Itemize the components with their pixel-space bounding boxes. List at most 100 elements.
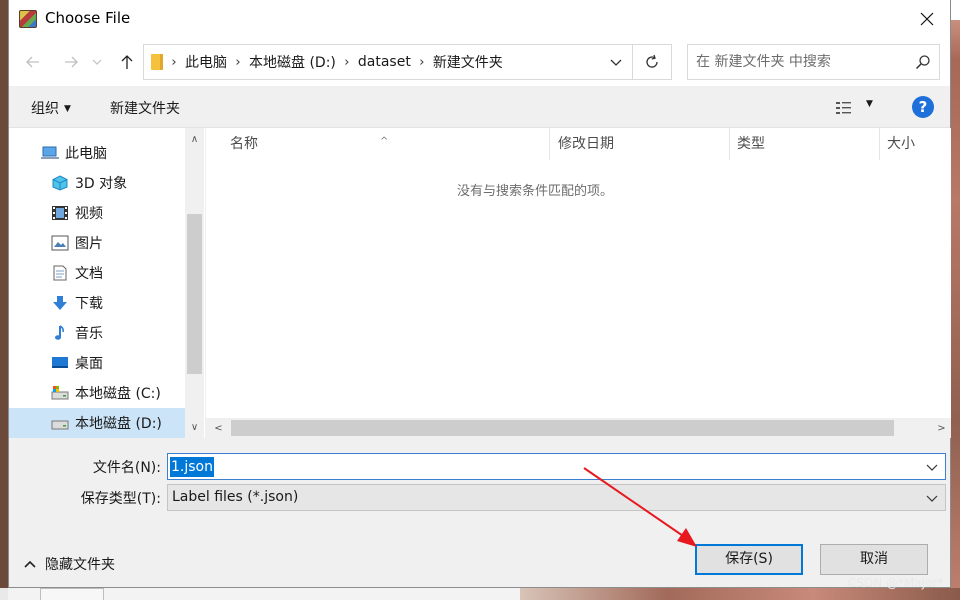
refresh-icon xyxy=(646,54,658,68)
sidebar-item-videos[interactable]: 视频 xyxy=(9,198,185,228)
recent-locations-button[interactable] xyxy=(89,50,105,74)
address-dropdown-chevron-icon[interactable] xyxy=(608,54,624,70)
sidebar-item-label: 图片 xyxy=(75,236,103,252)
navigation-pane-scrollbar[interactable]: ∧ ∨ xyxy=(185,128,204,438)
drive-icon xyxy=(51,420,69,430)
view-options-caret-icon[interactable]: ▼ xyxy=(866,99,873,109)
breadcrumb-item[interactable]: 本地磁盘 (D:) xyxy=(249,52,336,72)
breadcrumb-item[interactable]: 此电脑 xyxy=(185,52,227,72)
breadcrumb-chevron-icon: › xyxy=(235,54,241,70)
search-icon[interactable] xyxy=(915,54,931,70)
back-button[interactable] xyxy=(21,50,45,74)
column-header-type[interactable]: 类型 xyxy=(730,128,880,160)
sidebar-item-music[interactable]: 音乐 xyxy=(9,318,185,348)
command-bar: 组织 ▼ 新建文件夹 ▼ ? xyxy=(9,86,950,128)
sidebar-item-label: 下载 xyxy=(75,296,103,312)
arrow-up-icon xyxy=(121,55,133,69)
arrow-right-icon xyxy=(65,56,78,68)
sidebar-item-label: 本地磁盘 (D:) xyxy=(75,416,162,432)
sidebar-item-drive-c[interactable]: 本地磁盘 (C:) xyxy=(9,378,185,408)
breadcrumb-item[interactable]: dataset xyxy=(358,54,411,70)
navigation-pane: 此电脑 3D 对象 视频 图片 文档 下载 音乐 桌面 本地磁盘 (C:) 本地… xyxy=(9,128,205,438)
sidebar-item-documents[interactable]: 文档 xyxy=(9,258,185,288)
download-icon xyxy=(53,296,67,310)
scroll-up-icon[interactable]: ∧ xyxy=(185,130,204,148)
caret-down-icon: ▼ xyxy=(64,104,71,114)
close-icon xyxy=(920,12,934,26)
column-header-date-modified[interactable]: 修改日期 xyxy=(550,128,730,160)
sidebar-item-label: 桌面 xyxy=(75,356,103,372)
column-header-name[interactable]: 名称 ^ xyxy=(206,128,550,160)
organize-menu-button[interactable]: 组织 ▼ xyxy=(31,98,71,118)
title-bar: Choose File xyxy=(9,0,950,38)
new-folder-button[interactable]: 新建文件夹 xyxy=(110,98,180,118)
sort-ascending-icon: ^ xyxy=(380,136,389,147)
scroll-left-icon[interactable]: < xyxy=(209,419,228,437)
chevron-down-icon xyxy=(92,59,102,65)
chevron-up-icon xyxy=(24,560,36,568)
file-list[interactable]: 名称 ^ 修改日期 类型 大小 没有与搜索条件匹配的项。 < > xyxy=(206,128,951,438)
chevron-down-icon[interactable] xyxy=(925,460,939,474)
search-input[interactable] xyxy=(696,52,896,72)
sidebar-item-label: 文档 xyxy=(75,266,103,282)
hide-folders-label: 隐藏文件夹 xyxy=(45,557,115,573)
empty-results-message: 没有与搜索条件匹配的项。 xyxy=(456,184,613,199)
filename-label: 文件名(N): xyxy=(92,460,161,476)
breadcrumb-chevron-icon: › xyxy=(419,54,425,70)
filename-input-value[interactable]: 1.json xyxy=(170,457,214,477)
column-header-label: 名称 xyxy=(230,136,258,152)
sidebar-item-3d-objects[interactable]: 3D 对象 xyxy=(9,168,185,198)
background-window xyxy=(951,0,960,600)
scrollbar-thumb[interactable] xyxy=(187,214,202,374)
background-frame xyxy=(40,588,104,600)
watermark: CSDN @*Major* xyxy=(848,576,944,590)
save-button[interactable]: 保存(S) xyxy=(695,544,803,575)
document-icon xyxy=(53,265,67,281)
sidebar-item-drive-d[interactable]: 本地磁盘 (D:) xyxy=(9,408,185,438)
file-list-horizontal-scrollbar[interactable]: < > xyxy=(206,418,951,438)
scrollbar-thumb[interactable] xyxy=(231,420,894,436)
help-icon[interactable]: ? xyxy=(912,96,934,118)
sidebar-item-label: 本地磁盘 (C:) xyxy=(75,386,161,402)
search-box[interactable] xyxy=(687,44,940,80)
filetype-select-value: Label files (*.json) xyxy=(172,489,299,505)
cancel-button[interactable]: 取消 xyxy=(820,544,928,575)
filetype-label: 保存类型(T): xyxy=(80,491,161,507)
sidebar-item-pictures[interactable]: 图片 xyxy=(9,228,185,258)
navigation-bar: › 此电脑 › 本地磁盘 (D:) › dataset › 新建文件夹 xyxy=(9,38,950,86)
refresh-button[interactable] xyxy=(633,44,672,80)
view-options-icon[interactable] xyxy=(835,100,855,116)
sidebar-item-this-pc[interactable]: 此电脑 xyxy=(9,138,185,168)
window-title: Choose File xyxy=(45,9,131,27)
sidebar-item-label: 3D 对象 xyxy=(75,176,128,192)
breadcrumb-item[interactable]: 新建文件夹 xyxy=(433,52,503,72)
arrow-left-icon xyxy=(26,56,39,68)
save-file-dialog: Choose File › 此电脑 › 本地磁盘 (D:) › dataset … xyxy=(8,0,951,588)
sidebar-item-desktop[interactable]: 桌面 xyxy=(9,348,185,378)
app-icon xyxy=(19,10,37,28)
sidebar-item-label: 此电脑 xyxy=(65,146,107,162)
music-icon xyxy=(55,325,64,340)
filetype-select[interactable]: Label files (*.json) xyxy=(167,484,946,511)
organize-label: 组织 xyxy=(31,101,59,117)
forward-button[interactable] xyxy=(59,50,83,74)
chevron-down-icon[interactable] xyxy=(925,491,939,505)
sidebar-item-label: 视频 xyxy=(75,206,103,222)
up-button[interactable] xyxy=(115,50,139,74)
breadcrumb-chevron-icon: › xyxy=(171,54,177,70)
scroll-down-icon[interactable]: ∨ xyxy=(185,418,204,436)
drive-icon xyxy=(51,386,69,400)
column-header-size[interactable]: 大小 xyxy=(880,128,951,160)
scroll-right-icon[interactable]: > xyxy=(932,419,951,437)
picture-icon xyxy=(51,235,69,251)
computer-icon xyxy=(41,146,59,159)
close-button[interactable] xyxy=(904,0,950,38)
filename-field[interactable]: 1.json xyxy=(167,453,946,480)
desktop-icon xyxy=(52,357,68,368)
sidebar-item-downloads[interactable]: 下载 xyxy=(9,288,185,318)
video-icon xyxy=(52,206,68,220)
hide-folders-toggle[interactable]: 隐藏文件夹 xyxy=(23,554,115,574)
breadcrumb-chevron-icon: › xyxy=(344,54,350,70)
address-bar[interactable]: › 此电脑 › 本地磁盘 (D:) › dataset › 新建文件夹 xyxy=(143,44,633,80)
sidebar-item-label: 音乐 xyxy=(75,326,103,342)
